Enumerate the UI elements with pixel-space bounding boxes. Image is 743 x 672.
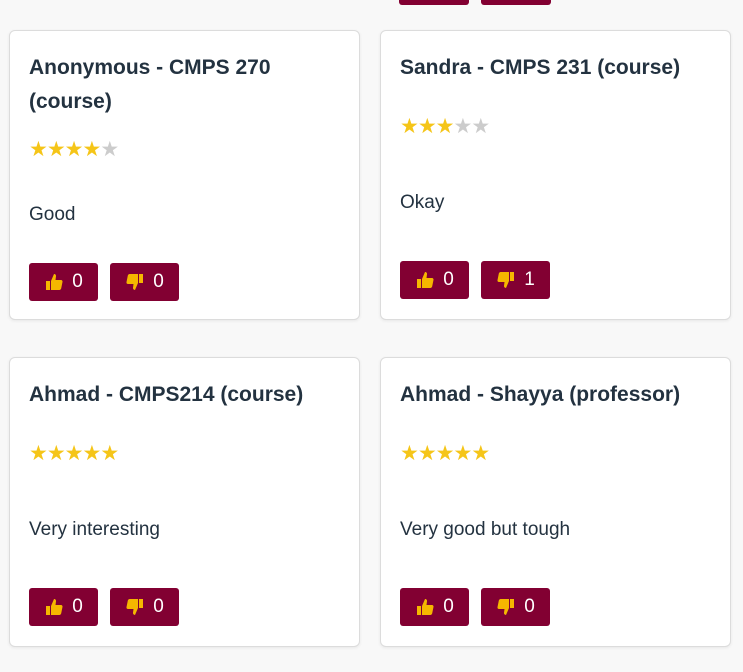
dislike-button[interactable]: 1 [481,261,550,299]
star-filled-icon: ★ [435,115,455,138]
star-filled-icon: ★ [46,442,66,465]
review-comment: Okay [400,192,445,213]
previous-like-button[interactable] [399,0,469,5]
thumbs-up-icon [415,270,435,290]
star-filled-icon: ★ [64,138,84,161]
star-filled-icon: ★ [435,442,455,465]
review-title: Sandra - CMPS 231 (course) [400,56,681,79]
review-card: Ahmad - CMPS214 (course) ★★★★★ Very inte… [9,357,360,647]
thumbs-down-icon [496,597,516,617]
dislike-count: 0 [153,596,164,617]
review-title: Anonymous - CMPS 270 (course) [29,56,271,113]
star-empty-icon: ★ [471,115,490,138]
star-rating: ★★★★★ [400,442,490,466]
review-card: Anonymous - CMPS 270 (course) ★★★★★ Good… [9,30,360,320]
like-count: 0 [72,271,83,292]
dislike-count: 0 [524,596,535,617]
thumbs-down-icon [125,597,145,617]
star-filled-icon: ★ [46,138,66,161]
star-filled-icon: ★ [29,138,48,161]
star-filled-icon: ★ [417,115,437,138]
star-filled-icon: ★ [453,442,472,465]
star-empty-icon: ★ [100,138,119,161]
star-filled-icon: ★ [82,442,101,465]
review-card: Ahmad - Shayya (professor) ★★★★★ Very go… [380,357,731,647]
star-filled-icon: ★ [400,442,419,465]
star-filled-icon: ★ [64,442,84,465]
star-filled-icon: ★ [400,115,419,138]
star-filled-icon: ★ [82,138,101,161]
review-title: Ahmad - CMPS214 (course) [29,383,304,406]
star-rating: ★★★★★ [29,138,119,162]
review-title: Ahmad - Shayya (professor) [400,383,681,406]
star-rating: ★★★★★ [29,442,119,466]
review-comment: Very good but tough [400,519,571,540]
like-count: 0 [72,596,83,617]
star-empty-icon: ★ [453,115,472,138]
reviews-page: Anonymous - CMPS 270 (course) ★★★★★ Good… [0,0,743,672]
thumbs-down-icon [125,272,145,292]
star-rating: ★★★★★ [400,115,490,139]
dislike-button[interactable]: 0 [110,263,179,301]
star-filled-icon: ★ [100,442,119,465]
like-count: 0 [443,596,454,617]
like-button[interactable]: 0 [29,263,98,301]
review-card: Sandra - CMPS 231 (course) ★★★★★ Okay 0 … [380,30,731,320]
thumbs-up-icon [415,597,435,617]
like-button[interactable]: 0 [400,588,469,626]
dislike-count: 0 [153,271,164,292]
like-button[interactable]: 0 [400,261,469,299]
thumbs-up-icon [44,597,64,617]
previous-dislike-button[interactable] [481,0,551,5]
thumbs-down-icon [496,270,516,290]
star-filled-icon: ★ [417,442,437,465]
dislike-button[interactable]: 0 [110,588,179,626]
review-comment: Good [29,204,76,225]
like-button[interactable]: 0 [29,588,98,626]
star-filled-icon: ★ [29,442,48,465]
review-comment: Very interesting [29,519,160,540]
star-filled-icon: ★ [471,442,490,465]
dislike-count: 1 [524,269,535,290]
like-count: 0 [443,269,454,290]
dislike-button[interactable]: 0 [481,588,550,626]
thumbs-up-icon [44,272,64,292]
